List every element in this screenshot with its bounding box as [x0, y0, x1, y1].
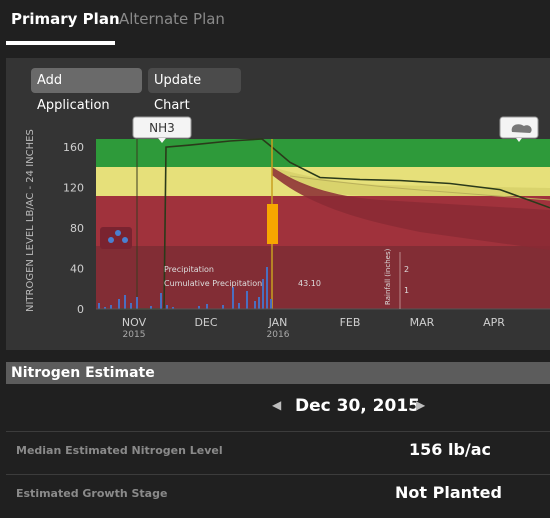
- precipitation-bar: [136, 297, 138, 309]
- precipitation-label: Precipitation: [164, 265, 214, 274]
- precipitation-bar: [166, 305, 168, 309]
- next-date-arrow-icon[interactable]: ▶: [416, 398, 425, 412]
- growth-stage-value: Not Planted: [395, 483, 502, 502]
- soil-dot-icon: [115, 230, 121, 236]
- median-nitrogen-value: 156 lb/ac: [409, 440, 492, 459]
- rainfall-tick: 1: [404, 286, 409, 295]
- soil-dot-icon: [122, 237, 128, 243]
- cumulative-precipitation-label: Cumulative Precipitation: [164, 279, 262, 288]
- precipitation-bar: [222, 305, 224, 309]
- precipitation-bar: [262, 279, 264, 309]
- precipitation-bar: [98, 303, 100, 309]
- previous-date-arrow-icon[interactable]: ◀: [272, 398, 281, 412]
- application-range-bar: [267, 204, 278, 244]
- x-tick-sublabel: 2015: [123, 330, 146, 340]
- precipitation-bar: [254, 301, 256, 309]
- y-tick-label: 80: [70, 222, 84, 235]
- zone-optimal: [96, 139, 550, 167]
- median-nitrogen-label: Median Estimated Nitrogen Level: [16, 444, 223, 457]
- x-tick-label: JAN: [268, 316, 288, 329]
- nitrogen-estimate-header: Nitrogen Estimate: [6, 362, 550, 384]
- precipitation-bar: [266, 267, 268, 309]
- date-navigator: ◀ Dec 30, 2015 ▶: [0, 394, 550, 420]
- rainfall-tick: 2: [404, 265, 409, 274]
- selected-date: Dec 30, 2015: [295, 396, 420, 416]
- x-tick-label: DEC: [194, 316, 217, 329]
- nitrogen-chart: NH3 Precipitation Cumulative Precipitati…: [25, 116, 550, 340]
- soil-dot-icon: [108, 237, 114, 243]
- x-tick-label: MAR: [410, 316, 435, 329]
- precipitation-bar: [258, 297, 260, 309]
- precipitation-bar: [124, 295, 126, 309]
- y-tick-label: 40: [70, 263, 84, 276]
- precipitation-bar: [232, 287, 234, 309]
- precipitation-bar: [130, 303, 132, 309]
- precipitation-bar: [238, 303, 240, 309]
- precipitation-bar: [246, 291, 248, 309]
- y-tick-label: 120: [63, 182, 84, 195]
- x-tick-label: FEB: [340, 316, 361, 329]
- rainfall-axis-label: Rainfall (inches): [384, 248, 392, 305]
- cumulative-precipitation-value: 43.10: [298, 279, 321, 288]
- y-tick-label: 0: [77, 303, 84, 316]
- precipitation-bar: [110, 305, 112, 309]
- precipitation-bar: [160, 293, 162, 309]
- nh3-label: NH3: [149, 121, 175, 135]
- x-tick-sublabel: 2016: [267, 330, 290, 340]
- growth-stage-row: Estimated Growth Stage Not Planted: [6, 474, 550, 513]
- y-tick-label: 160: [63, 141, 84, 154]
- x-tick-label: NOV: [122, 316, 147, 329]
- y-axis-label: NITROGEN LEVEL LB/AC - 24 INCHES: [25, 129, 36, 312]
- median-nitrogen-row: Median Estimated Nitrogen Level 156 lb/a…: [6, 431, 550, 470]
- growth-stage-label: Estimated Growth Stage: [16, 487, 168, 500]
- precipitation-bar: [118, 299, 120, 309]
- x-tick-label: APR: [483, 316, 505, 329]
- precipitation-bar: [206, 304, 208, 309]
- x-axis-ticks: NOV2015DECJAN2016FEBMARAPRM: [122, 316, 505, 340]
- y-axis-ticks: 160 120 80 40 0: [63, 141, 84, 316]
- precipitation-bar: [270, 299, 272, 309]
